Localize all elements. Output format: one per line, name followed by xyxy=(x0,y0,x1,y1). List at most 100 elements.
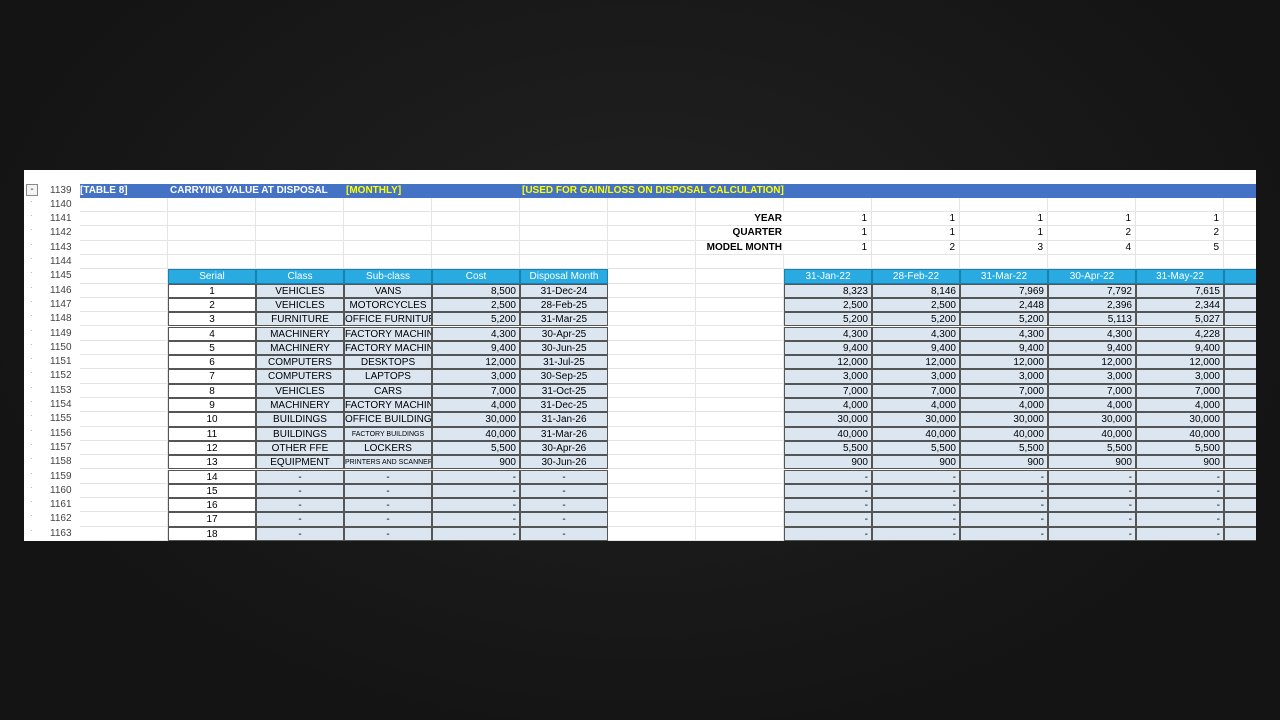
carrying-value-cell[interactable]: 40,000 xyxy=(784,426,872,441)
empty-cell[interactable] xyxy=(80,412,168,427)
carrying-value-cell[interactable]: 7,615 xyxy=(1136,283,1224,298)
carrying-value-cell[interactable]: - xyxy=(1048,469,1136,484)
subclass-cell[interactable]: FACTORY MACHINES xyxy=(344,398,432,413)
carrying-value-cell[interactable]: 4,000 xyxy=(872,398,960,413)
carrying-value-cell[interactable]: - xyxy=(784,483,872,499)
carrying-value-cell[interactable]: 40,000 xyxy=(960,426,1048,441)
empty-cell[interactable] xyxy=(696,340,784,356)
serial-cell[interactable]: 11 xyxy=(168,426,256,441)
empty-cell[interactable] xyxy=(696,426,784,441)
empty-cell[interactable] xyxy=(1048,197,1136,213)
serial-cell[interactable]: 8 xyxy=(168,383,256,398)
year-value[interactable]: 1 xyxy=(1048,212,1136,227)
year-value[interactable]: 1 xyxy=(784,212,872,227)
empty-cell[interactable] xyxy=(608,469,696,484)
subclass-cell[interactable]: LOCKERS xyxy=(344,440,432,456)
empty-cell[interactable] xyxy=(168,197,256,213)
month-column-header[interactable]: 28-Feb-22 xyxy=(872,269,960,284)
disposal-month-cell[interactable]: - xyxy=(520,526,608,541)
carrying-value-cell[interactable]: 9,400 xyxy=(784,340,872,356)
disposal-month-cell[interactable]: 31-Mar-26 xyxy=(520,426,608,441)
carrying-value-cell[interactable]: - xyxy=(960,526,1048,541)
quarter-value[interactable]: 1 xyxy=(960,226,1048,241)
collapse-group-button[interactable]: - xyxy=(26,184,38,196)
year-value[interactable]: 1 xyxy=(872,212,960,227)
carrying-value-cell[interactable]: 3,000 xyxy=(1136,369,1224,384)
carrying-value-cell[interactable]: 7,000 xyxy=(1136,383,1224,398)
class-cell[interactable]: VEHICLES xyxy=(256,283,344,298)
empty-cell[interactable] xyxy=(696,383,784,398)
quarter-value[interactable]: 2 xyxy=(1048,226,1136,241)
empty-cell[interactable] xyxy=(344,240,432,255)
empty-cell[interactable] xyxy=(696,512,784,527)
cost-cell[interactable]: 2,500 xyxy=(432,297,520,313)
carrying-value-cell[interactable]: 2,344 xyxy=(1136,297,1224,313)
carrying-value-cell[interactable] xyxy=(1224,383,1256,398)
disposal-month-cell[interactable]: 31-Jul-25 xyxy=(520,355,608,370)
empty-cell[interactable] xyxy=(80,369,168,384)
model-month-value[interactable]: 3 xyxy=(960,240,1048,255)
empty-cell[interactable] xyxy=(80,269,168,284)
carrying-value-cell[interactable]: 2,448 xyxy=(960,297,1048,313)
empty-cell[interactable] xyxy=(696,440,784,456)
carrying-value-cell[interactable]: - xyxy=(960,498,1048,513)
empty-cell[interactable] xyxy=(696,297,784,313)
empty-cell[interactable] xyxy=(608,455,696,470)
empty-cell[interactable] xyxy=(168,226,256,241)
model-month-label[interactable]: MODEL MONTH xyxy=(696,241,784,255)
serial-cell[interactable]: 9 xyxy=(168,398,256,413)
carrying-value-cell[interactable]: 5,500 xyxy=(1136,440,1224,456)
cost-cell[interactable]: 5,500 xyxy=(432,440,520,456)
serial-cell[interactable]: 12 xyxy=(168,440,256,456)
carrying-value-cell[interactable]: 3,000 xyxy=(784,369,872,384)
class-cell[interactable]: - xyxy=(256,498,344,513)
empty-cell[interactable] xyxy=(696,455,784,470)
asset-column-header[interactable]: Cost xyxy=(432,269,520,284)
empty-cell[interactable] xyxy=(696,398,784,413)
cost-cell[interactable]: 4,000 xyxy=(432,398,520,413)
subclass-cell[interactable]: - xyxy=(344,498,432,513)
empty-cell[interactable] xyxy=(608,212,696,227)
carrying-value-cell[interactable] xyxy=(1224,312,1256,327)
serial-cell[interactable]: 10 xyxy=(168,412,256,427)
cost-cell[interactable]: 5,200 xyxy=(432,312,520,327)
carrying-value-cell[interactable]: 12,000 xyxy=(960,355,1048,370)
carrying-value-cell[interactable]: 900 xyxy=(1048,455,1136,470)
empty-cell[interactable] xyxy=(608,369,696,384)
empty-cell[interactable] xyxy=(80,398,168,413)
disposal-month-cell[interactable]: 28-Feb-25 xyxy=(520,297,608,313)
quarter-label[interactable]: QUARTER xyxy=(696,226,784,241)
class-cell[interactable]: VEHICLES xyxy=(256,297,344,313)
cost-cell[interactable]: 40,000 xyxy=(432,426,520,441)
subclass-cell[interactable]: FACTORY BUILDINGS xyxy=(344,426,432,441)
model-month-value[interactable]: 5 xyxy=(1136,240,1224,255)
serial-cell[interactable]: 15 xyxy=(168,483,256,499)
carrying-value-cell[interactable] xyxy=(1224,526,1256,541)
disposal-month-cell[interactable]: 30-Apr-25 xyxy=(520,326,608,341)
empty-cell[interactable] xyxy=(80,212,168,227)
serial-cell[interactable]: 5 xyxy=(168,340,256,356)
cost-cell[interactable]: - xyxy=(432,498,520,513)
carrying-value-cell[interactable] xyxy=(1224,440,1256,456)
model-month-value[interactable]: 1 xyxy=(784,240,872,255)
carrying-value-cell[interactable] xyxy=(1224,340,1256,356)
disposal-month-cell[interactable]: 30-Sep-25 xyxy=(520,369,608,384)
empty-cell[interactable] xyxy=(696,526,784,541)
serial-cell[interactable]: 17 xyxy=(168,512,256,527)
class-cell[interactable]: EQUIPMENT xyxy=(256,455,344,470)
carrying-value-cell[interactable]: - xyxy=(1136,483,1224,499)
empty-cell[interactable] xyxy=(80,498,168,513)
empty-cell[interactable] xyxy=(1224,241,1256,255)
empty-cell[interactable] xyxy=(784,255,872,270)
empty-cell[interactable] xyxy=(696,269,784,284)
empty-cell[interactable] xyxy=(696,498,784,513)
carrying-value-cell[interactable]: 9,400 xyxy=(872,340,960,356)
empty-cell[interactable] xyxy=(608,340,696,356)
carrying-value-cell[interactable]: 900 xyxy=(1136,455,1224,470)
subclass-cell[interactable]: LAPTOPS xyxy=(344,369,432,384)
carrying-value-cell[interactable]: - xyxy=(784,526,872,541)
empty-cell[interactable] xyxy=(608,197,696,213)
empty-cell[interactable] xyxy=(696,412,784,427)
empty-cell[interactable] xyxy=(608,326,696,341)
empty-cell[interactable] xyxy=(80,312,168,327)
